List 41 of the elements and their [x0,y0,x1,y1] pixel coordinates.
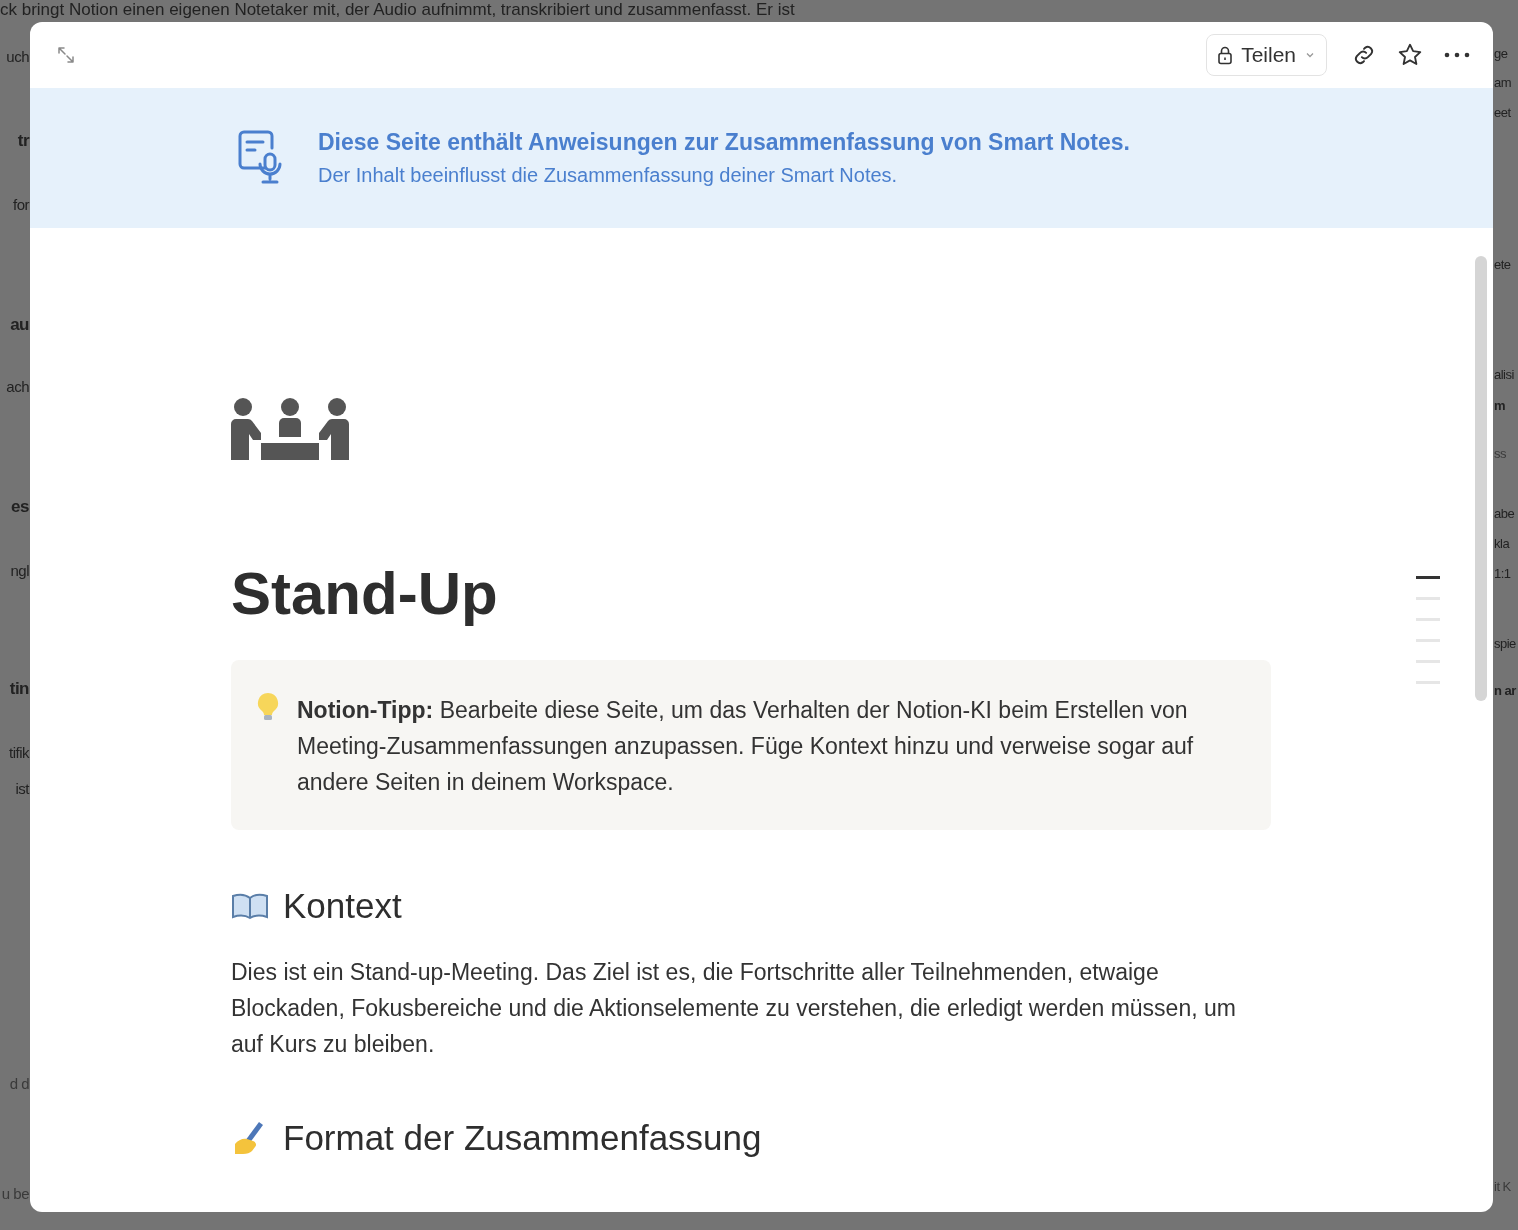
light-bulb-icon [257,692,279,722]
lock-icon [1217,45,1234,65]
background-text: tr [17,132,29,150]
open-book-icon [231,892,269,920]
outline-line[interactable] [1416,576,1440,579]
background-text: d d [9,1075,29,1093]
background-text: eet [1494,104,1511,122]
background-text: ach [6,378,29,396]
background-text: m [1494,397,1506,415]
scrollbar-thumb[interactable] [1475,256,1487,701]
background-text: kla [1494,535,1510,553]
background-text: ngl [10,562,29,580]
background-text: for [13,196,29,214]
background-text: alisi [1494,366,1514,384]
star-icon[interactable] [1397,42,1423,68]
background-text: ist [15,780,29,798]
background-text: abe [1494,505,1515,523]
background-text: au [10,316,29,334]
paragraph: Dies ist ein Stand-up-Meeting. Das Ziel ist es, die Fortschritte aller Teilnehmenden, etwaige Blockaden, Fokusbereiche und die Aktionselemente zu verstehen, die erledigt werden müssen, um auf Kurs zu bleiben. [231,958,1237,1059]
background-text: ck bringt Notion einen eigenen Notetaker mit, der Audio aufnimmt, transkribiert und zusammenfasst. Er ist [0,0,795,20]
section-heading: Kontext [283,886,402,926]
background-text: u be [1,1185,29,1203]
meeting-people-icon [231,398,349,462]
background-text: ss [1494,445,1506,463]
background-text: uch [6,48,29,66]
background-text: 1:1 [1494,565,1511,583]
banner-title: Diese Seite enthält Anweisungen zur Zusammenfassung von Smart Notes. [318,129,1130,156]
background-text: n ar [1494,682,1516,700]
more-icon[interactable] [1443,51,1471,59]
banner-text: Der Inhalt beeinflusst die Zusammenfassung deiner Smart Notes. [318,164,899,187]
page-title: Stand-Up [231,559,499,629]
background-text: tin [9,680,29,698]
section-heading: Format der Zusammenfassung [283,1118,762,1158]
callout-text: Notion-Tipp: Bearbeite diese Seite, um das Verhalten der Notion-KI beim Erstellen von Meeting-Zusammenfassungen anzupassen. Füge Kontext hinzu und verweise sogar auf andere Seiten in deinem Workspace. [297,696,1195,797]
background-text: es [11,498,29,516]
background-text: ge [1494,45,1508,63]
background-text: am [1494,74,1512,92]
background-text: tifik [9,744,29,762]
background-text: spie [1494,635,1516,653]
background-text: ete [1494,256,1511,274]
share-button[interactable]: Teilen [1206,34,1327,76]
